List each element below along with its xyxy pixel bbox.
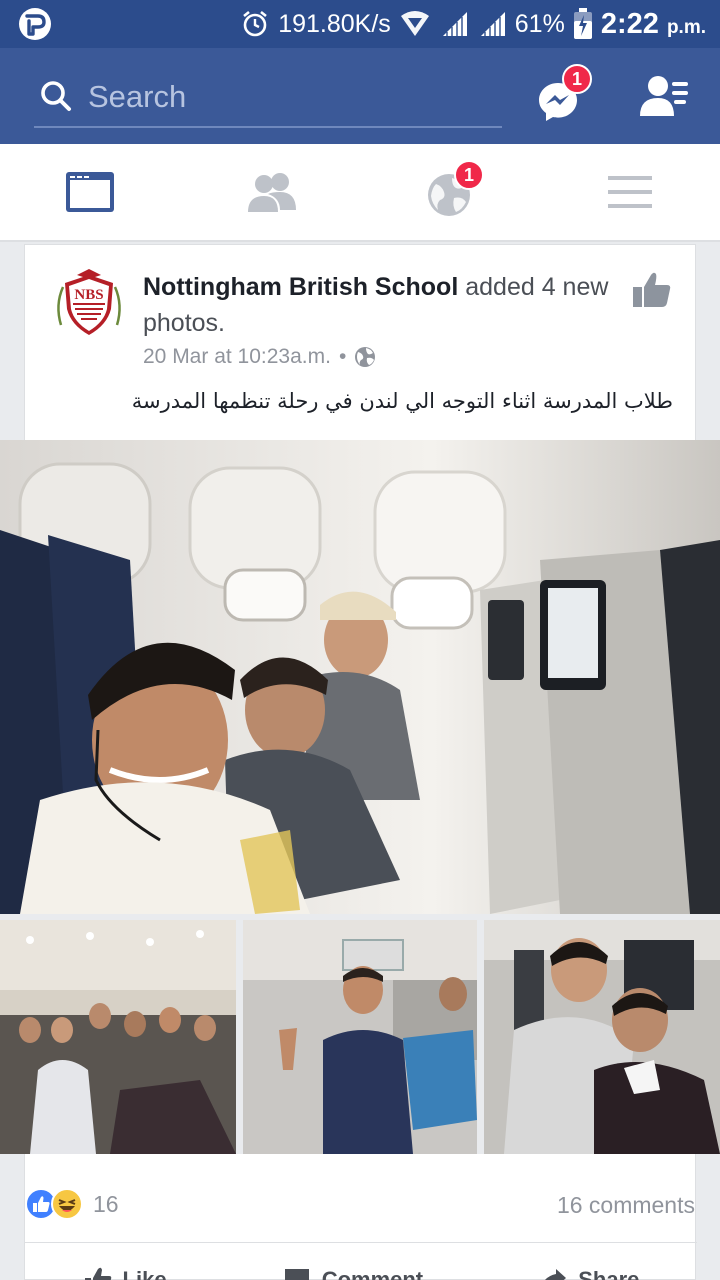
post-meta: 20 Mar at 10:23a.m. •: [143, 345, 376, 369]
messenger-badge: 1: [562, 64, 592, 94]
network-speed: 191.80K/s: [278, 9, 391, 38]
search-input[interactable]: [88, 76, 488, 118]
notifications-badge: 1: [454, 160, 484, 190]
clock-time: 2:22: [600, 7, 659, 40]
torrent-app-icon: [19, 8, 51, 40]
search-icon: [41, 81, 71, 111]
tab-news-feed[interactable]: [64, 164, 124, 220]
tab-menu[interactable]: [606, 164, 666, 220]
like-button[interactable]: Like: [83, 1260, 167, 1280]
comment-icon: [284, 1269, 309, 1280]
tab-bar: 1: [0, 144, 720, 242]
tab-notifications[interactable]: 1: [426, 160, 486, 220]
alarm-icon: [243, 10, 267, 37]
footer-divider: [25, 1242, 697, 1243]
post-actions: Like Comment Share: [25, 1260, 697, 1280]
post-headline: Nottingham British School added 4 new ph…: [143, 269, 623, 341]
page-name-link[interactable]: Nottingham British School: [143, 273, 458, 301]
news-feed: NBS Nottingham British School added 4 ne…: [0, 242, 720, 1280]
like-label: Like: [122, 1267, 167, 1280]
comment-button[interactable]: Comment: [282, 1260, 423, 1280]
messenger-button[interactable]: 1: [536, 64, 592, 124]
post-timestamp[interactable]: 20 Mar at 10:23a.m.: [143, 345, 331, 369]
battery-charging-icon: [573, 8, 592, 39]
comment-label: Comment: [321, 1267, 424, 1280]
post-footer-card: 16 16 comments Like Comment Share: [24, 1154, 697, 1280]
post-caption: طلاب المدرسة اثناء التوجه الي لندن في رح…: [131, 389, 673, 413]
share-label: Share: [578, 1267, 640, 1280]
search-bar[interactable]: [34, 72, 502, 128]
logo-text: NBS: [74, 287, 103, 303]
post-photo-main[interactable]: [0, 440, 720, 914]
post-photo-thumb-3[interactable]: [484, 920, 720, 1154]
clock: 2:22 p.m.: [601, 8, 706, 41]
signal-icon-2: [480, 12, 505, 36]
public-globe-icon: [355, 347, 376, 367]
tab-friends[interactable]: [244, 164, 304, 220]
like-icon: [84, 1267, 111, 1280]
like-page-icon[interactable]: [631, 269, 673, 311]
comments-count-link[interactable]: 16 comments: [557, 1192, 695, 1219]
reaction-count: 16: [93, 1190, 119, 1217]
reactions-summary[interactable]: 16: [25, 1188, 119, 1220]
status-bar: 191.80K/s 61% 2:22 p.m.: [0, 0, 720, 48]
post-header-card: NBS Nottingham British School added 4 ne…: [24, 244, 696, 442]
post-photo-thumb-1[interactable]: [0, 920, 236, 1154]
wifi-data-icon: [400, 11, 429, 36]
battery-percent: 61%: [514, 9, 565, 38]
share-icon: [545, 1269, 567, 1280]
share-button[interactable]: Share: [538, 1260, 639, 1280]
clock-suffix: p.m.: [666, 16, 706, 38]
page-avatar[interactable]: NBS: [49, 265, 129, 345]
post-photo-thumb-2[interactable]: [243, 920, 477, 1154]
meta-separator: •: [338, 345, 347, 368]
top-app-bar: 1: [0, 48, 720, 144]
signal-icon-1: [442, 12, 467, 36]
friend-requests-icon[interactable]: [638, 74, 692, 118]
haha-reaction-icon: [51, 1188, 83, 1220]
